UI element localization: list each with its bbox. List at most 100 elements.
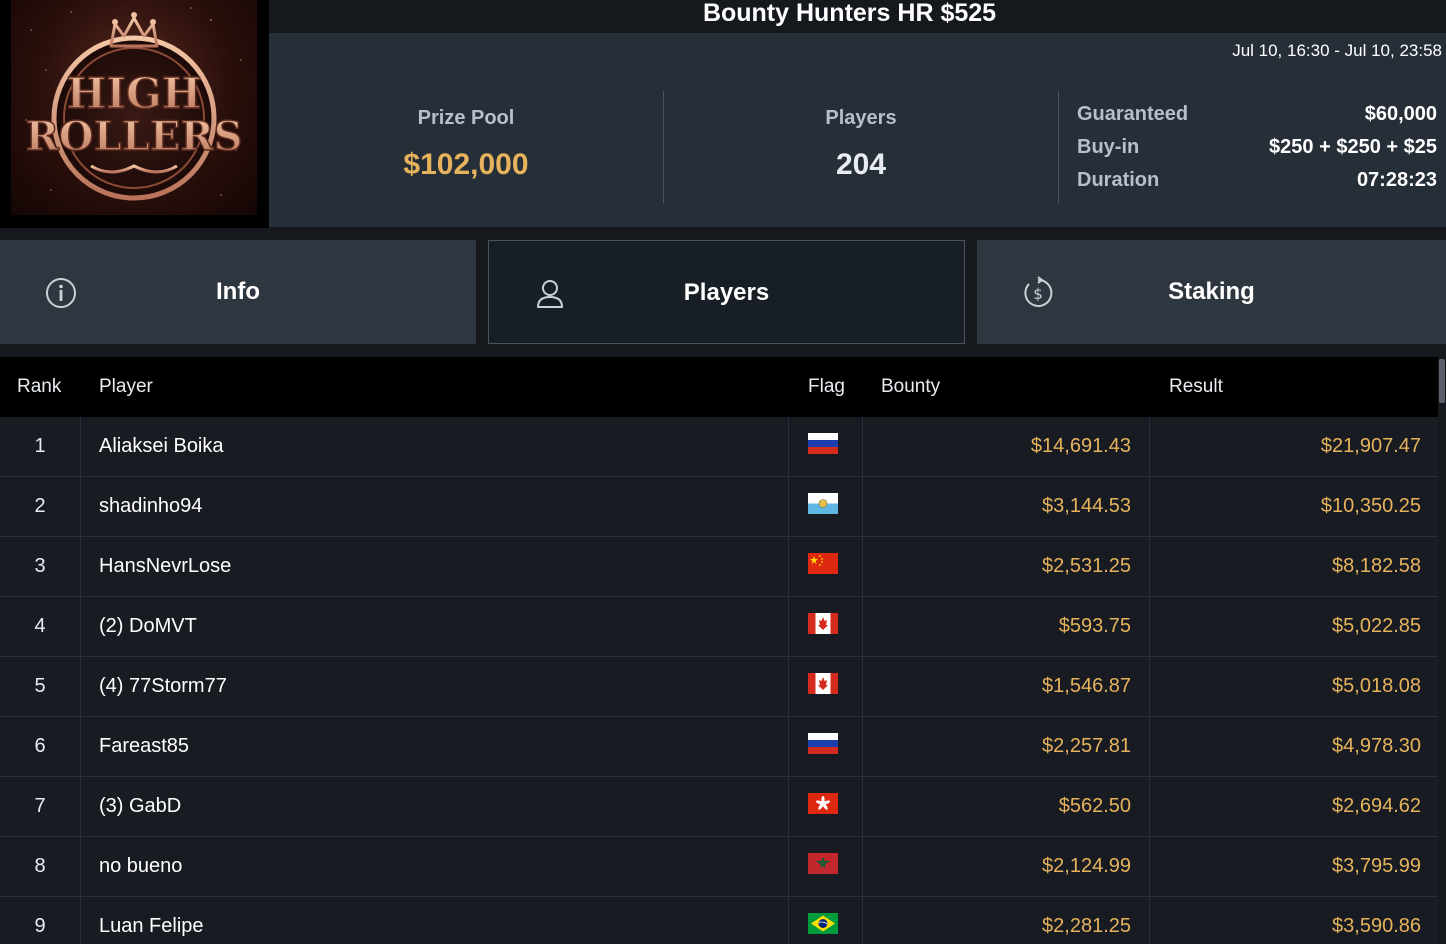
result-cell: $10,350.25	[1320, 495, 1421, 517]
bounty-cell: $14,691.43	[863, 417, 1150, 476]
player-name-cell[interactable]: (3) GabD	[81, 777, 789, 836]
flag-cell	[790, 717, 863, 776]
flag-cell	[790, 777, 863, 836]
rank-cell: 3	[0, 537, 81, 596]
bounty-cell: $3,144.53	[863, 477, 1150, 536]
hong-kong-flag-icon	[808, 793, 838, 814]
header-rank[interactable]: Rank	[17, 376, 61, 398]
tab-players-label: Players	[683, 279, 770, 306]
detail-value: 07:28:23	[1356, 169, 1437, 191]
player-name-cell[interactable]: Aliaksei Boika	[81, 417, 789, 476]
tab-staking[interactable]: $ Staking	[977, 240, 1446, 344]
table-row[interactable]: 5 (4) 77Storm77 $1,546.87 $5,018.08	[0, 657, 1438, 717]
tab-info-label: Info	[216, 278, 260, 305]
player-name-cell[interactable]: Fareast85	[81, 717, 789, 776]
high-rollers-logo-image: HIGH ROLLERS	[11, 0, 257, 215]
flag-cell	[790, 477, 863, 536]
table-row[interactable]: 4 (2) DoMVT $593.75 $5,022.85	[0, 597, 1438, 657]
bounty-cell: $2,281.25	[863, 897, 1150, 944]
table-body: 1 Aliaksei Boika $14,691.43 $21,907.47 2 shad…	[0, 417, 1438, 944]
table-row[interactable]: 7 (3) GabD $562.50 $2,694.62	[0, 777, 1438, 837]
bounty-cell: $2,257.81	[863, 717, 1150, 776]
detail-label: Guaranteed	[1077, 103, 1189, 125]
player-name-cell[interactable]: (2) DoMVT	[81, 597, 789, 656]
rank-cell: 8	[0, 837, 81, 896]
detail-buy-in: Buy-in $250 + $250 + $25	[1077, 136, 1437, 169]
players-table: Rank Player Flag Bounty Result 1 Aliaksei…	[0, 357, 1438, 944]
player-name-cell[interactable]: Luan Felipe	[81, 897, 789, 944]
tournament-stats-panel: Prize Pool $102,000 Players 204 Guarante…	[269, 67, 1446, 227]
result-cell: $3,590.86	[1332, 915, 1421, 937]
players-count-value: 204	[835, 148, 887, 181]
tab-staking-label: Staking	[1168, 278, 1255, 305]
china-flag-icon	[808, 553, 838, 574]
table-row[interactable]: 6 Fareast85 $2,257.81 $4,978.30	[0, 717, 1438, 777]
table-row[interactable]: 1 Aliaksei Boika $14,691.43 $21,907.47	[0, 417, 1438, 477]
header-bounty[interactable]: Bounty	[881, 376, 940, 398]
table-row[interactable]: 8 no bueno $2,124.99 $3,795.99	[0, 837, 1438, 897]
morocco-flag-icon	[808, 853, 838, 874]
rank-cell: 5	[0, 657, 81, 716]
rank-cell: 4	[0, 597, 81, 656]
detail-guaranteed: Guaranteed $60,000	[1077, 103, 1437, 136]
rank-cell: 6	[0, 717, 81, 776]
table-header: Rank Player Flag Bounty Result	[0, 357, 1438, 417]
san-marino-flag-icon	[808, 493, 838, 514]
detail-value: $60,000	[1364, 103, 1437, 125]
result-cell: $5,018.08	[1332, 675, 1421, 697]
bounty-cell: $593.75	[863, 597, 1150, 656]
logo-text-high: HIGH	[67, 69, 202, 118]
player-name-cell[interactable]: (4) 77Storm77	[81, 657, 789, 716]
tab-players[interactable]: Players	[488, 240, 965, 344]
flag-cell	[790, 837, 863, 896]
header-flag[interactable]: Flag	[808, 376, 845, 398]
scrollbar-thumb[interactable]	[1439, 359, 1445, 403]
header-result[interactable]: Result	[1169, 376, 1223, 398]
player-name-cell[interactable]: no bueno	[81, 837, 789, 896]
detail-label: Buy-in	[1077, 136, 1140, 158]
detail-value: $250 + $250 + $25	[1269, 136, 1437, 158]
player-name-cell[interactable]: HansNevrLose	[81, 537, 789, 596]
table-scrollbar[interactable]	[1438, 357, 1446, 944]
players-stat: Players 204	[664, 91, 1059, 203]
player-name-cell[interactable]: shadinho94	[81, 477, 789, 536]
logo-text-rollers: ROLLERS	[26, 113, 243, 160]
bounty-cell: $1,546.87	[863, 657, 1150, 716]
result-cell: $21,907.47	[1320, 435, 1421, 457]
header-player[interactable]: Player	[99, 376, 153, 398]
canada-flag-icon	[808, 673, 838, 694]
flag-cell	[790, 897, 863, 944]
rank-cell: 9	[0, 897, 81, 944]
rank-cell: 7	[0, 777, 81, 836]
result-cell: $2,694.62	[1332, 795, 1421, 817]
tournament-logo: HIGH ROLLERS	[0, 0, 269, 228]
players-count-label: Players	[825, 107, 897, 129]
tournament-date-range: Jul 10, 16:30 - Jul 10, 23:58	[1232, 41, 1442, 60]
brazil-flag-icon	[808, 913, 838, 934]
tournament-details: Guaranteed $60,000 Buy-in $250 + $250 + …	[1077, 103, 1437, 202]
prize-pool-label: Prize Pool	[417, 107, 515, 129]
result-cell: $3,795.99	[1332, 855, 1421, 877]
prize-pool-value: $102,000	[403, 148, 529, 181]
flag-cell	[790, 537, 863, 596]
rank-cell: 1	[0, 417, 81, 476]
result-cell: $8,182.58	[1332, 555, 1421, 577]
flag-cell	[790, 597, 863, 656]
tournament-title-bar: Bounty Hunters HR $525	[269, 0, 1446, 33]
result-cell: $5,022.85	[1332, 615, 1421, 637]
prize-pool-stat: Prize Pool $102,000	[269, 91, 664, 203]
bounty-cell: $562.50	[863, 777, 1150, 836]
tournament-title: Bounty Hunters HR $525	[702, 0, 997, 27]
canada-flag-icon	[808, 613, 838, 634]
russia-flag-icon	[808, 733, 838, 754]
table-row[interactable]: 2 shadinho94 $3,144.53 $10,350.25	[0, 477, 1438, 537]
rank-cell: 2	[0, 477, 81, 536]
table-row[interactable]: 3 HansNevrLose $2,531.25 $8,182.58	[0, 537, 1438, 597]
tab-info[interactable]: Info	[0, 240, 476, 344]
flag-cell	[790, 657, 863, 716]
bounty-cell: $2,531.25	[863, 537, 1150, 596]
flag-cell	[790, 417, 863, 476]
date-bar: Jul 10, 16:30 - Jul 10, 23:58	[269, 33, 1446, 67]
bounty-cell: $2,124.99	[863, 837, 1150, 896]
table-row[interactable]: 9 Luan Felipe $2,281.25 $3,590.86	[0, 897, 1438, 944]
